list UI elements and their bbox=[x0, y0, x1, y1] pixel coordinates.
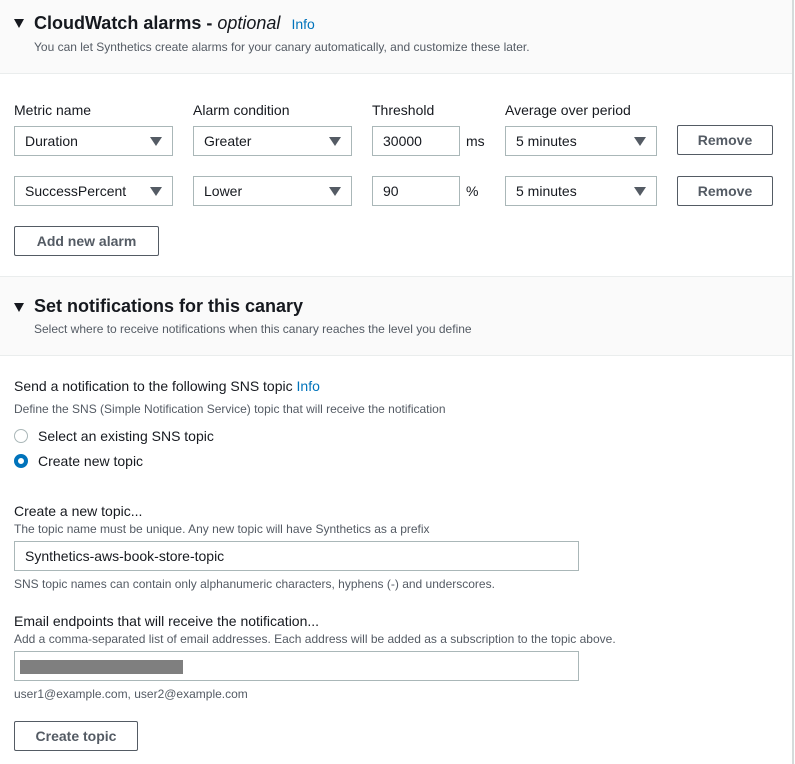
email-endpoints-input[interactable] bbox=[14, 651, 579, 681]
average-over-period-label: Average over period bbox=[505, 102, 631, 118]
radio-new-topic[interactable] bbox=[14, 454, 28, 468]
dropdown-arrow-icon bbox=[150, 137, 162, 146]
topic-name-input[interactable]: Synthetics-aws-book-store-topic bbox=[14, 541, 579, 571]
notifications-section-header[interactable]: Set notifications for this canary Select… bbox=[0, 276, 792, 356]
dropdown-arrow-icon bbox=[634, 137, 646, 146]
redacted-email-value bbox=[20, 660, 183, 674]
alarms-section-title: CloudWatch alarms - optional Info bbox=[34, 13, 315, 33]
radio-new-topic-label[interactable]: Create new topic bbox=[38, 453, 143, 469]
metric-name-select[interactable]: SuccessPercent bbox=[14, 176, 173, 206]
notifications-section-description: Select where to receive notifications wh… bbox=[34, 322, 472, 336]
caret-down-icon[interactable] bbox=[14, 19, 24, 28]
create-topic-button[interactable]: Create topic bbox=[14, 721, 138, 751]
period-select[interactable]: 5 minutes bbox=[505, 176, 657, 206]
dropdown-arrow-icon bbox=[329, 187, 341, 196]
email-endpoints-hint: user1@example.com, user2@example.com bbox=[14, 687, 248, 701]
alarms-section-header[interactable]: CloudWatch alarms - optional Info You ca… bbox=[0, 0, 792, 74]
alarm-condition-select[interactable]: Greater bbox=[193, 126, 352, 156]
add-new-alarm-button[interactable]: Add new alarm bbox=[14, 226, 159, 256]
metric-name-label: Metric name bbox=[14, 102, 92, 118]
alarm-condition-select[interactable]: Lower bbox=[193, 176, 352, 206]
period-select[interactable]: 5 minutes bbox=[505, 126, 657, 156]
radio-existing-topic[interactable] bbox=[14, 429, 28, 443]
email-endpoints-description: Add a comma-separated list of email addr… bbox=[14, 632, 616, 646]
threshold-input[interactable]: 30000 bbox=[372, 126, 460, 156]
caret-down-icon[interactable] bbox=[14, 303, 24, 312]
remove-alarm-button[interactable]: Remove bbox=[677, 176, 773, 206]
sns-topic-description: Define the SNS (Simple Notification Serv… bbox=[14, 402, 446, 416]
threshold-input[interactable]: 90 bbox=[372, 176, 460, 206]
new-topic-label: Create a new topic... bbox=[14, 503, 143, 519]
alarms-section-description: You can let Synthetics create alarms for… bbox=[34, 40, 530, 54]
radio-existing-topic-label[interactable]: Select an existing SNS topic bbox=[38, 428, 214, 444]
alarm-condition-label: Alarm condition bbox=[193, 102, 290, 118]
threshold-unit: ms bbox=[466, 133, 485, 149]
threshold-unit: % bbox=[466, 183, 479, 199]
dropdown-arrow-icon bbox=[150, 187, 162, 196]
remove-alarm-button[interactable]: Remove bbox=[677, 125, 773, 155]
metric-name-select[interactable]: Duration bbox=[14, 126, 173, 156]
sns-info-link[interactable]: Info bbox=[297, 378, 320, 394]
email-endpoints-label: Email endpoints that will receive the no… bbox=[14, 613, 320, 629]
dropdown-arrow-icon bbox=[634, 187, 646, 196]
alarms-info-link[interactable]: Info bbox=[291, 16, 314, 32]
sns-topic-label: Send a notification to the following SNS… bbox=[14, 378, 320, 394]
new-topic-description: The topic name must be unique. Any new t… bbox=[14, 522, 430, 536]
dropdown-arrow-icon bbox=[329, 137, 341, 146]
threshold-label: Threshold bbox=[372, 102, 435, 118]
optional-label: optional bbox=[217, 13, 281, 33]
notifications-section-title: Set notifications for this canary bbox=[34, 296, 304, 316]
topic-name-constraint: SNS topic names can contain only alphanu… bbox=[14, 577, 495, 591]
